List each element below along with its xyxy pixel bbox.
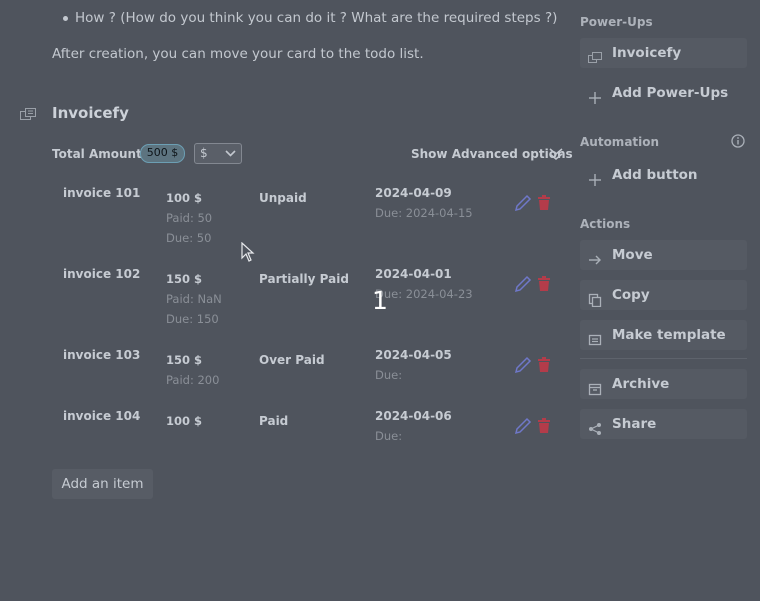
currency-select[interactable]: $	[194, 143, 242, 164]
actions-heading: Actions	[580, 217, 631, 231]
invoice-due-amount: Due: 50	[166, 231, 212, 245]
sidebar-item-label: Archive	[612, 376, 670, 392]
delete-trash-icon[interactable]	[537, 276, 551, 292]
invoice-due-date: Due:	[375, 368, 403, 382]
automation-heading: Automation	[580, 135, 660, 149]
arrow-right-icon	[588, 248, 602, 265]
edit-pencil-icon[interactable]	[514, 194, 532, 212]
invoice-date: 2024-04-01	[375, 267, 452, 281]
invoice-status: Over Paid	[259, 353, 325, 367]
invoice-paid: Paid: 200	[166, 373, 220, 387]
archive-button[interactable]: Archive	[580, 369, 747, 399]
delete-trash-icon[interactable]	[537, 195, 551, 211]
sidebar-item-label: Invoicefy	[612, 45, 682, 61]
invoice-status: Paid	[259, 414, 289, 428]
invoice-name: invoice 104	[63, 409, 141, 423]
step-number-marker: 1	[372, 286, 388, 315]
copy-button[interactable]: Copy	[580, 280, 747, 310]
sidebar-item-label: Make template	[612, 327, 726, 343]
invoice-due-date: Due: 2024-04-15	[375, 206, 473, 220]
invoicefy-icon	[20, 107, 37, 120]
bullet-dot	[63, 16, 68, 21]
edit-pencil-icon[interactable]	[514, 356, 532, 374]
description-bullet: How ? (How do you think you can do it ? …	[75, 10, 558, 26]
sidebar-item-label: Copy	[612, 287, 650, 303]
sidebar-item-label: Move	[612, 247, 653, 263]
info-icon[interactable]	[731, 134, 745, 148]
move-button[interactable]: Move	[580, 240, 747, 270]
sidebar-item-label: Add Power-Ups	[612, 85, 729, 101]
invoice-due-date: Due: 2024-04-23	[375, 287, 473, 301]
chevron-down-icon	[225, 146, 236, 167]
invoice-amount: 150 $	[166, 353, 203, 367]
delete-trash-icon[interactable]	[537, 418, 551, 434]
sidebar-item-label: Share	[612, 416, 657, 432]
mouse-cursor-icon	[241, 241, 255, 262]
invoice-paid: Paid: 50	[166, 211, 213, 225]
invoice-status: Unpaid	[259, 191, 307, 205]
invoice-date: 2024-04-09	[375, 186, 452, 200]
delete-trash-icon[interactable]	[537, 357, 551, 373]
plus-icon	[588, 168, 602, 186]
description-paragraph: After creation, you can move your card t…	[52, 46, 424, 62]
sidebar-divider	[580, 358, 747, 359]
template-icon	[588, 328, 602, 346]
invoice-name: invoice 102	[63, 267, 141, 281]
total-amount-label: Total Amount:	[52, 147, 147, 161]
sidebar-item-label: Add button	[612, 167, 698, 183]
copy-icon	[588, 288, 602, 308]
share-button[interactable]: Share	[580, 409, 747, 439]
share-icon	[588, 417, 602, 435]
invoice-amount: 100 $	[166, 414, 203, 428]
powerup-title: Invoicefy	[52, 104, 129, 122]
invoice-date: 2024-04-06	[375, 409, 452, 423]
double-chevron-down-icon[interactable]	[549, 146, 563, 161]
invoice-name: invoice 103	[63, 348, 141, 362]
add-button-button[interactable]: Add button	[580, 160, 747, 190]
currency-value: $	[200, 146, 208, 160]
invoice-amount: 100 $	[166, 191, 203, 205]
add-item-button[interactable]: Add an item	[52, 469, 153, 499]
make-template-button[interactable]: Make template	[580, 320, 747, 350]
invoice-name: invoice 101	[63, 186, 141, 200]
edit-pencil-icon[interactable]	[514, 275, 532, 293]
powerups-heading: Power-Ups	[580, 15, 653, 29]
invoice-date: 2024-04-05	[375, 348, 452, 362]
edit-pencil-icon[interactable]	[514, 417, 532, 435]
plus-icon	[588, 86, 602, 104]
invoice-paid: Paid: NaN	[166, 292, 222, 306]
invoicefy-icon	[588, 46, 602, 63]
invoice-due-date: Due:	[375, 429, 403, 443]
invoice-amount: 150 $	[166, 272, 203, 286]
add-powerups-button[interactable]: Add Power-Ups	[580, 78, 747, 108]
sidebar-item-invoicefy[interactable]: Invoicefy	[580, 38, 747, 68]
invoice-status: Partially Paid	[259, 272, 349, 286]
archive-icon	[588, 377, 602, 396]
invoice-due-amount: Due: 150	[166, 312, 219, 326]
total-amount-badge: 500 $	[140, 144, 185, 163]
